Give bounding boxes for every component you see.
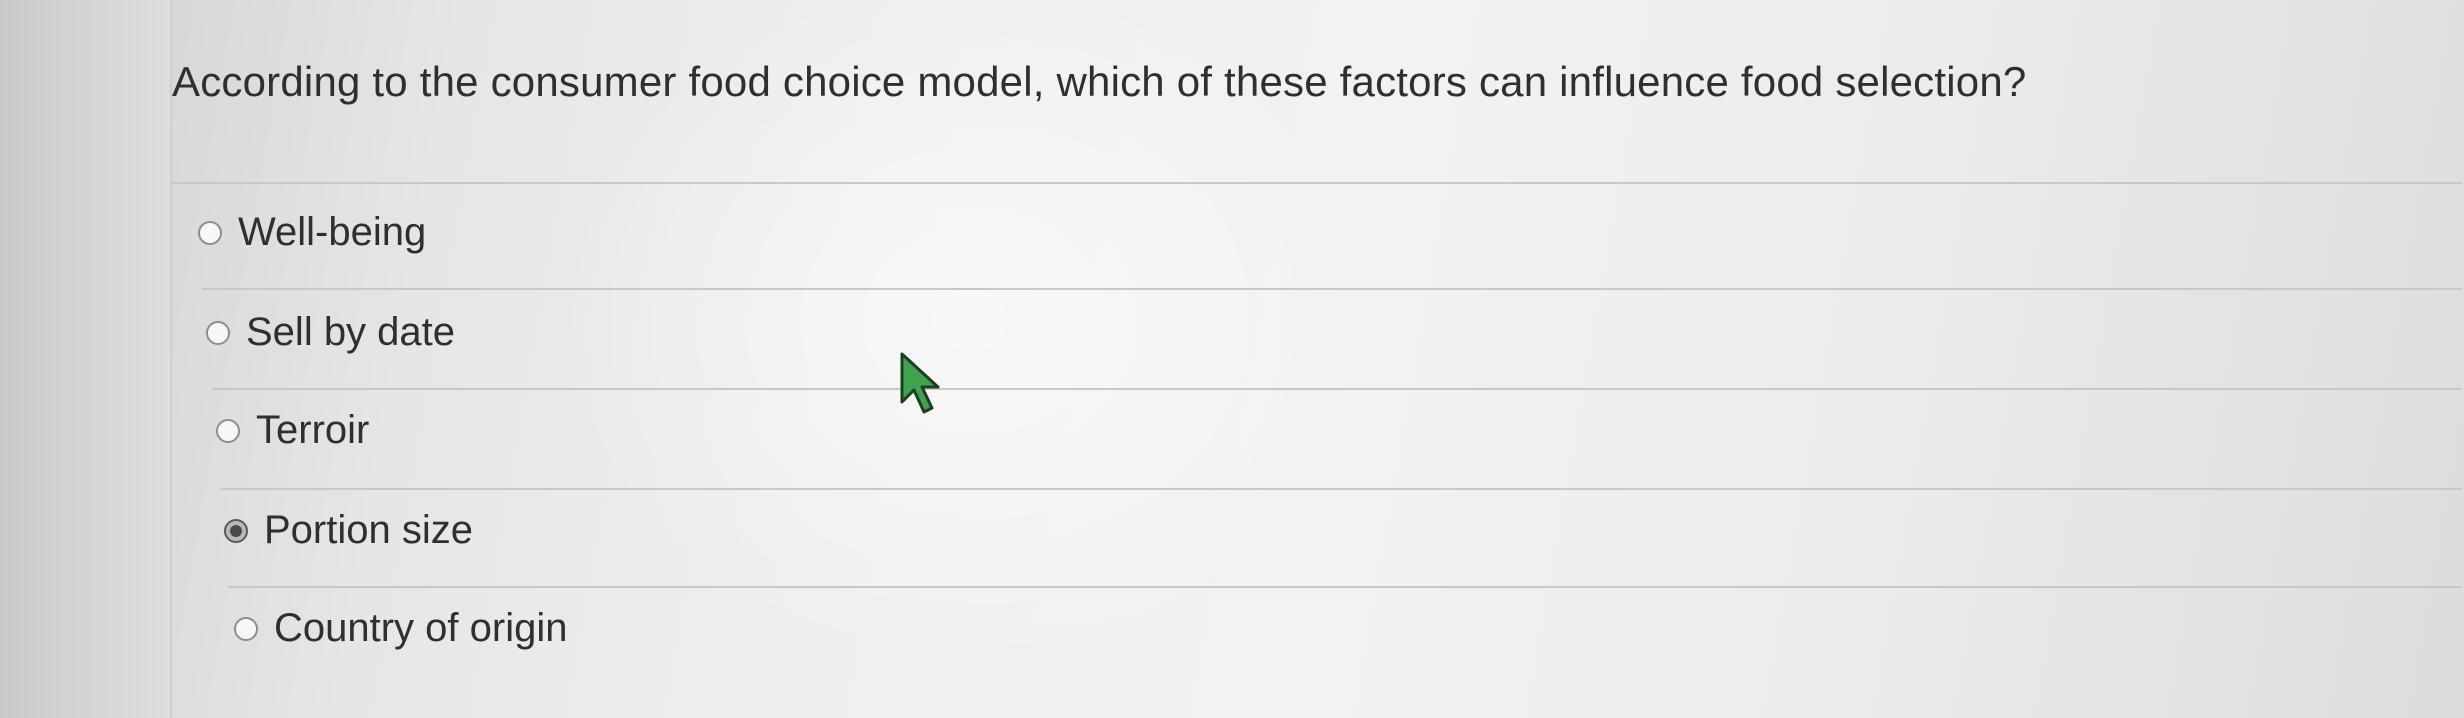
divider [170,182,2462,184]
radio-button-icon[interactable] [216,418,240,443]
radio-button-icon[interactable] [234,616,258,641]
radio-button-selected-icon[interactable] [224,518,248,543]
divider [220,488,2462,490]
arrow-pointer-icon [900,352,940,414]
option-label: Portion size [264,508,473,552]
option-portion-size[interactable]: Portion size [224,508,473,553]
question-text: According to the consumer food choice mo… [172,58,2027,105]
option-label: Sell by date [246,310,456,354]
option-sell-by-date[interactable]: Sell by date [206,310,455,355]
option-terroir[interactable]: Terroir [216,408,369,453]
radio-button-icon[interactable] [198,220,222,245]
option-label: Country of origin [274,606,568,650]
divider [212,388,2462,390]
divider [202,288,2462,290]
left-margin [0,0,172,718]
divider [228,586,2462,588]
option-country-of-origin[interactable]: Country of origin [234,606,567,651]
quiz-screen: According to the consumer food choice mo… [0,0,2464,718]
option-label: Terroir [256,408,370,452]
option-label: Well-being [238,210,427,254]
option-well-being[interactable]: Well-being [198,210,426,255]
question-panel: According to the consumer food choice mo… [170,0,2464,718]
radio-button-icon[interactable] [206,320,230,345]
